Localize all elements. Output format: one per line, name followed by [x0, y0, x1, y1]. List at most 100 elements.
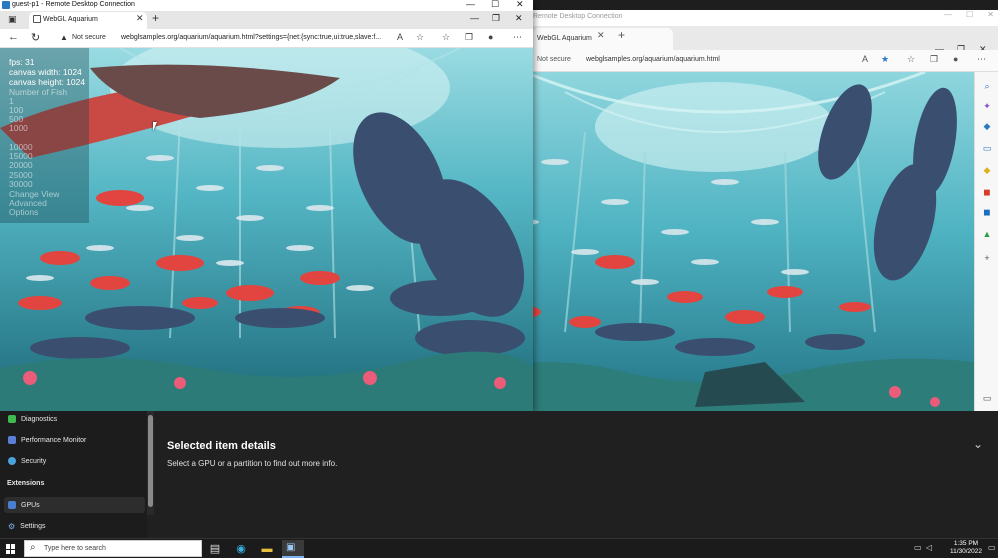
back-aquarium-scene	[465, 72, 974, 426]
mouse-cursor-icon	[153, 122, 160, 131]
back-window-caption-buttons: — ☐ ✕	[944, 10, 994, 22]
favorite-star-icon[interactable]: ★	[881, 54, 889, 65]
diagnostics-icon	[8, 415, 16, 423]
front-close-icon[interactable]: ✕	[516, 0, 524, 10]
front-profile-avatar-icon[interactable]: ●	[488, 32, 493, 42]
fish-option[interactable]: 1000	[9, 123, 28, 133]
sidebar-shopping-icon[interactable]: ◆	[981, 120, 993, 132]
front-browser-minimize-icon[interactable]: —	[470, 13, 479, 23]
remote-desktop-app-icon	[2, 1, 10, 9]
minimize-icon[interactable]: —	[944, 10, 952, 22]
sidebar-search-icon[interactable]: ⌕	[981, 80, 993, 92]
back-browser-tabbar: WebGL Aquarium ✕ + — ❐ ✕	[465, 26, 998, 54]
nav-label: Diagnostics	[21, 415, 58, 423]
details-subtitle: Select a GPU or a partition to find out …	[167, 459, 338, 468]
sidebar-tree-icon[interactable]: ▲	[981, 228, 993, 240]
front-address-bar: ← ↻ ▲ Not secure webglsamples.org/aquari…	[0, 29, 533, 48]
sidebar-discover-icon[interactable]: ✦	[981, 100, 993, 112]
read-aloud-icon[interactable]: A	[862, 54, 868, 64]
nav-scrollbar-thumb[interactable]	[148, 415, 153, 507]
maximize-icon[interactable]: ☐	[966, 10, 973, 22]
sidebar-outlook-icon[interactable]: ◼	[981, 206, 993, 218]
taskbar-search-box[interactable]: ⌕ Type here to search	[24, 540, 202, 557]
back-aquarium-canvas[interactable]: 1024 1024	[465, 72, 974, 426]
nav-item-security[interactable]: Security	[8, 457, 46, 465]
extensions-header: Extensions	[7, 480, 45, 487]
front-not-secure-label[interactable]: Not secure	[72, 34, 106, 41]
front-tab-close-icon[interactable]: ✕	[136, 13, 144, 24]
edge-sidebar: ⌕ ✦ ◆ ▭ ◆ ◼ ◼ ▲ + ▭ ⚙	[974, 72, 998, 426]
sidebar-split-icon[interactable]: ▭	[981, 392, 993, 404]
options-option[interactable]: Options	[9, 207, 38, 217]
settings-gear-icon: ⚙	[8, 522, 16, 531]
back-url-text[interactable]: webglsamples.org/aquarium/aquarium.html	[586, 56, 720, 63]
chevron-down-icon[interactable]: ⌄	[973, 437, 983, 451]
canvas-width-readout: canvas width: 1024	[9, 67, 82, 77]
close-icon[interactable]: ✕	[987, 10, 994, 22]
performance-monitor-icon	[8, 436, 16, 444]
front-browser-close-icon[interactable]: ✕	[515, 13, 523, 24]
task-view-icon[interactable]: ▤	[208, 542, 222, 556]
front-favorite-star-icon[interactable]: ☆	[416, 32, 424, 43]
back-not-secure-label[interactable]: Not secure	[537, 56, 571, 63]
details-title: Selected item details	[167, 440, 276, 452]
nav-item-settings[interactable]: ⚙ Settings	[8, 522, 45, 531]
front-read-aloud-icon[interactable]: A	[397, 32, 403, 42]
fps-readout: fps: 31	[9, 57, 35, 67]
back-address-bar[interactable]: Not secure webglsamples.org/aquarium/aqu…	[465, 50, 998, 72]
collections-icon[interactable]: ❐	[930, 54, 938, 65]
front-remote-desktop-window: guest-p1 - Remote Desktop Connection — ☐…	[0, 0, 533, 411]
front-favorites-icon[interactable]: ☆	[442, 32, 450, 43]
front-browser-restore-icon[interactable]: ❐	[492, 13, 500, 24]
taskbar-clock[interactable]: 1:35 PM 11/30/2022	[946, 540, 986, 556]
refresh-icon[interactable]: ↻	[31, 31, 40, 44]
gpu-icon	[8, 501, 16, 509]
sidebar-office-icon[interactable]: ◼	[981, 186, 993, 198]
nav-label: Performance Monitor	[21, 436, 87, 444]
back-arrow-icon[interactable]: ←	[8, 31, 19, 43]
shield-icon	[8, 457, 16, 465]
nav-item-gpus[interactable]: GPUs	[8, 501, 40, 509]
back-new-tab-icon[interactable]: +	[618, 28, 625, 42]
gpu-manager-app: Diagnostics Performance Monitor Security…	[0, 411, 998, 538]
file-explorer-icon[interactable]: ▬	[260, 542, 274, 556]
remote-desktop-taskbar-button[interactable]: ▣	[282, 540, 304, 558]
number-of-fish-label: Number of Fish	[9, 87, 68, 97]
sidebar-add-icon[interactable]: +	[981, 252, 993, 264]
nav-scrollbar[interactable]	[147, 411, 154, 515]
back-tab-label: WebGL Aquarium	[537, 35, 592, 42]
nav-item-performance-monitor[interactable]: Performance Monitor	[8, 436, 86, 444]
app-navigation-pane: Diagnostics Performance Monitor Security…	[0, 411, 147, 538]
more-menu-icon[interactable]: ⋯	[977, 54, 986, 65]
volume-icon[interactable]: ◁	[926, 543, 932, 552]
profile-avatar-icon[interactable]: ●	[953, 54, 958, 64]
front-url-text[interactable]: webglsamples.org/aquarium/aquarium.html?…	[121, 34, 381, 41]
remote-desktop-taskbar-icon: ▣	[286, 542, 296, 553]
back-window-titlebar: Remote Desktop Connection	[465, 10, 998, 26]
tab-actions-icon[interactable]: ▣	[8, 14, 17, 25]
back-window-title: Remote Desktop Connection	[533, 13, 623, 20]
favorites-icon[interactable]: ☆	[907, 54, 915, 65]
tab-favicon-icon	[33, 15, 41, 23]
nav-item-diagnostics[interactable]: Diagnostics	[8, 415, 57, 423]
front-minimize-icon[interactable]: —	[466, 0, 475, 9]
fish-option[interactable]: 30000	[9, 179, 33, 189]
front-new-tab-icon[interactable]: +	[152, 11, 159, 25]
sidebar-tools-icon[interactable]: ▭	[981, 142, 993, 154]
start-windows-icon[interactable]	[6, 544, 16, 554]
warning-triangle-icon[interactable]: ▲	[60, 33, 68, 42]
back-tab-close-icon[interactable]: ✕	[597, 30, 605, 41]
front-tab-label: WebGL Aquarium	[43, 16, 98, 23]
edge-browser-icon[interactable]: ◉	[234, 542, 248, 556]
front-tab-aquarium[interactable]: WebGL Aquarium	[29, 12, 147, 29]
front-collections-icon[interactable]: ❐	[465, 32, 473, 43]
fish-option[interactable]: 20000	[9, 160, 33, 170]
notifications-icon[interactable]: ▭	[988, 543, 996, 552]
clock-time: 1:35 PM	[953, 540, 979, 547]
front-maximize-icon[interactable]: ☐	[491, 0, 499, 10]
network-icon[interactable]: ▭	[914, 543, 922, 552]
front-aquarium-canvas[interactable]: fps: 31 canvas width: 1024 canvas height…	[0, 48, 533, 411]
sidebar-games-icon[interactable]: ◆	[981, 164, 993, 176]
nav-label: GPUs	[21, 501, 40, 509]
front-more-menu-icon[interactable]: ⋯	[513, 32, 522, 43]
